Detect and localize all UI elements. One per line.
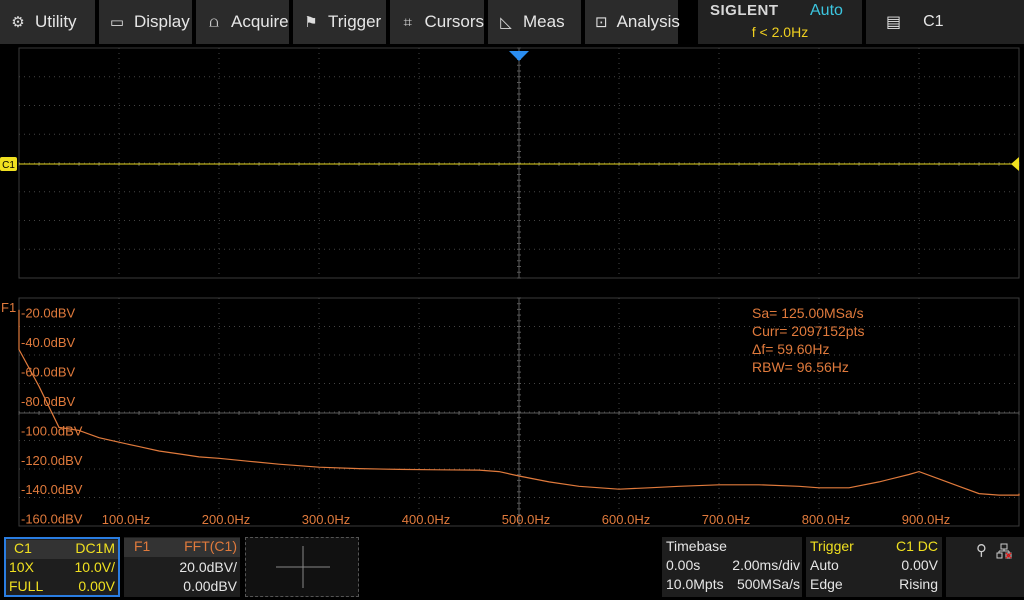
trigger-level: 0.00V: [901, 557, 938, 573]
crosshair-icon: ⌗: [403, 13, 412, 31]
fft-x-tick-label: 800.0Hz: [802, 512, 850, 527]
fft-y-tick-label: -40.0dBV: [21, 335, 76, 350]
menu-bar: ⚙ Utility ▭ Display ⩍ Acquire ⚑ Trigger …: [0, 0, 1024, 46]
analysis-icon: ⊡: [595, 14, 608, 31]
sample-rate: 500MSa/s: [736, 576, 800, 592]
network-disconnected-icon[interactable]: [996, 543, 1012, 559]
fft-x-tick-label: 500.0Hz: [502, 512, 550, 527]
c1-probe: 10X: [9, 559, 34, 575]
c1-name: C1: [14, 540, 32, 556]
status-bar: C1 DC1M 10X 10.0V/ FULL 0.00V F1 FFT(C1)…: [0, 532, 1024, 600]
display-label: Display: [134, 12, 190, 31]
timebase-panel[interactable]: Timebase 0.00s 2.00ms/div 10.0Mpts 500MS…: [662, 537, 802, 597]
lower-grid: [18, 297, 1020, 527]
trigger-title: Trigger: [810, 538, 854, 554]
c1-bandwidth: FULL: [9, 578, 44, 594]
f1-math-panel[interactable]: F1 FFT(C1) 20.0dBV/ 0.00dBV: [124, 537, 240, 597]
c1-channel-panel[interactable]: C1 DC1M 10X 10.0V/ FULL 0.00V: [4, 537, 120, 597]
channel-select-label: C1: [923, 13, 944, 30]
timebase-scale: 2.00ms/div: [732, 557, 800, 573]
flag-icon: ⚑: [304, 14, 318, 31]
fft-x-tick-label: 100.0Hz: [102, 512, 150, 527]
delta-f-info: Δf= 59.60Hz: [752, 341, 829, 357]
rbw-info: RBW= 96.56Hz: [752, 359, 849, 375]
document-icon: ▤: [886, 14, 902, 31]
utility-label: Utility: [35, 12, 77, 31]
display-menu-button[interactable]: ▭ Display: [99, 0, 194, 44]
frequency-counter: f < 2.0Hz: [751, 24, 809, 40]
memory-depth: 10.0Mpts: [666, 576, 724, 592]
f1-scale: 20.0dBV/: [179, 559, 237, 575]
trigger-mode: Auto: [810, 557, 839, 573]
siglent-logo: SIGLENT: [710, 2, 779, 19]
usb-icon[interactable]: ⚲: [976, 541, 987, 559]
monitor-icon: ▭: [109, 14, 125, 31]
c1-marker-label: C1: [2, 160, 15, 171]
channel-select-button[interactable]: ▤ C1: [866, 0, 1024, 44]
cursors-label: Cursors: [424, 12, 484, 31]
fft-x-tick-label: 700.0Hz: [702, 512, 750, 527]
fft-x-tick-label: 300.0Hz: [302, 512, 350, 527]
sample-rate-info: Sa= 125.00MSa/s: [752, 305, 864, 321]
meas-menu-button[interactable]: ◺ Meas: [488, 0, 583, 44]
f1-offset: 0.00dBV: [183, 578, 237, 594]
analysis-menu-button[interactable]: ⊡ Analysis: [585, 0, 680, 44]
c1-offset: 0.00V: [78, 578, 115, 594]
trigger-label: Trigger: [328, 12, 382, 31]
fft-y-tick-label: -100.0dBV: [21, 423, 83, 438]
trigger-type: Edge: [810, 576, 843, 592]
add-channel-slot[interactable]: [245, 537, 359, 597]
fft-y-tick-label: -140.0dBV: [21, 482, 83, 497]
c1-scale: 10.0V/: [74, 559, 115, 575]
fft-y-tick-label: -80.0dBV: [21, 394, 76, 409]
acquire-menu-button[interactable]: ⩍ Acquire: [196, 0, 291, 44]
fft-y-axis-labels: -20.0dBV -40.0dBV -60.0dBV -80.0dBV -100.0dB…: [21, 306, 83, 527]
fft-y-tick-label: -60.0dBV: [21, 365, 76, 380]
waveform-icon: ⩍: [209, 13, 219, 31]
connectivity-panel: ⚲: [946, 537, 1024, 597]
ruler-icon: ◺: [500, 14, 512, 31]
fft-y-tick-label: -20.0dBV: [21, 306, 76, 321]
acquisition-mode: Auto: [810, 2, 843, 19]
analysis-label: Analysis: [616, 12, 680, 31]
upper-grid: [18, 47, 1020, 279]
brand-panel: SIGLENT Auto f < 2.0Hz: [698, 0, 862, 44]
fft-y-tick-label: -120.0dBV: [21, 453, 83, 468]
trigger-source: C1 DC: [895, 538, 938, 554]
f1-marker: F1: [1, 300, 16, 315]
utility-menu-button[interactable]: ⚙ Utility: [0, 0, 97, 44]
trigger-panel[interactable]: Trigger C1 DC Auto 0.00V Edge Rising: [806, 537, 942, 597]
fft-y-tick-label: -160.0dBV: [21, 512, 83, 527]
trigger-slope: Rising: [899, 576, 938, 592]
fft-x-tick-label: 900.0Hz: [902, 512, 950, 527]
timebase-delay: 0.00s: [666, 557, 701, 573]
f1-function: FFT(C1): [184, 538, 237, 554]
add-slot-crosshair-icon: [276, 546, 330, 588]
cursors-menu-button[interactable]: ⌗ Cursors: [390, 0, 486, 44]
gear-icon: ⚙: [11, 14, 25, 31]
points-info: Curr= 2097152pts: [752, 323, 864, 339]
fft-x-tick-label: 600.0Hz: [602, 512, 650, 527]
trigger-level-marker[interactable]: [1011, 157, 1019, 171]
trigger-menu-button[interactable]: ⚑ Trigger: [293, 0, 388, 44]
acquire-label: Acquire: [231, 12, 289, 31]
trigger-position-marker[interactable]: [509, 51, 529, 61]
waveform-display: C1 F1 -20.0dBV -40.0dBV -60.0dBV -80.0dBV -1…: [0, 46, 1024, 532]
fft-x-tick-label: 400.0Hz: [402, 512, 450, 527]
c1-coupling: DC1M: [75, 540, 115, 556]
timebase-title: Timebase: [666, 538, 727, 554]
waveform-canvas: C1 F1 -20.0dBV -40.0dBV -60.0dBV -80.0dBV -1…: [0, 47, 1020, 527]
fft-x-tick-label: 200.0Hz: [202, 512, 250, 527]
fft-x-axis-labels: 100.0Hz 200.0Hz 300.0Hz 400.0Hz 500.0Hz 600.0…: [102, 512, 950, 527]
f1-name: F1: [134, 538, 151, 554]
meas-label: Meas: [523, 12, 565, 31]
